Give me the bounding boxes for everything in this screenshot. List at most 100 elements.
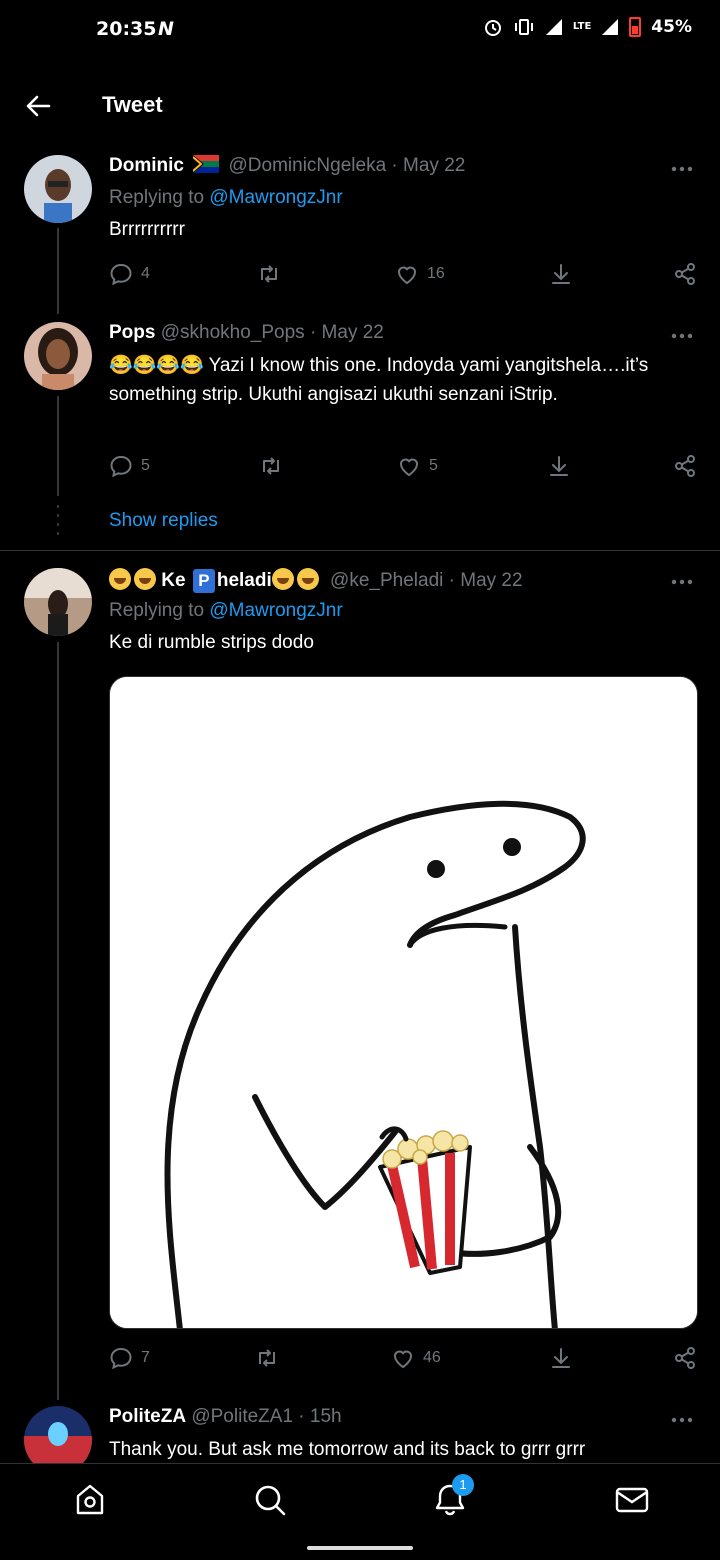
tweet-date: · 15h (298, 1406, 342, 1427)
more-icon[interactable] (670, 1416, 694, 1424)
replying-to-label: Replying to (109, 187, 210, 208)
p-square-badge: P (192, 569, 215, 593)
tweet-media-image[interactable] (109, 676, 698, 1329)
share-icon (675, 263, 695, 285)
retweet-button[interactable] (257, 262, 281, 286)
tweet-text: Brrrrrrrrrr (109, 219, 185, 240)
like-button[interactable]: 16 (395, 262, 445, 286)
like-count: 16 (427, 265, 445, 282)
retweet-icon (261, 265, 277, 283)
show-replies-link[interactable]: Show replies (109, 510, 218, 532)
download-button[interactable] (547, 454, 571, 478)
replying-to: Replying to @MawrongzJnr (109, 187, 343, 209)
share-button[interactable] (673, 1346, 697, 1370)
tweet-meta: Pops @skhokho_Pops · May 22 (109, 322, 384, 344)
search-icon[interactable] (250, 1480, 290, 1520)
retweet-icon (263, 457, 279, 475)
download-icon (552, 1348, 570, 1368)
user-handle[interactable]: @PoliteZA1 (191, 1406, 293, 1427)
retweet-button[interactable] (259, 454, 283, 478)
share-button[interactable] (673, 454, 697, 478)
share-icon (675, 455, 695, 477)
tweet-text: Ke di rumble strips dodo (109, 632, 314, 653)
home-indicator (307, 1546, 413, 1550)
display-name-part2[interactable]: heladi (217, 570, 272, 591)
divider (0, 550, 720, 551)
more-icon[interactable] (670, 332, 694, 340)
tweet-date: · May 22 (448, 570, 523, 591)
avatar[interactable] (24, 568, 92, 636)
more-icon[interactable] (670, 578, 694, 586)
tweet-actions: 5 5 (109, 454, 699, 482)
like-icon (393, 1350, 413, 1369)
user-handle[interactable]: @skhokho_Pops (161, 322, 305, 343)
avatar[interactable] (24, 155, 92, 223)
reply-button[interactable]: 7 (109, 1346, 150, 1370)
display-name[interactable]: Pops (109, 322, 155, 343)
like-count: 5 (429, 457, 438, 474)
home-icon[interactable] (70, 1480, 110, 1520)
status-time: 20:35 (96, 18, 157, 40)
tweet-text: Thank you. But ask me tomorrow and its b… (109, 1439, 586, 1460)
tweet-actions: 4 16 (109, 262, 699, 290)
status-right: LTE 45% (483, 17, 692, 37)
tweet-meta: Ke Pheladi @ke_Pheladi · May 22 (109, 568, 523, 593)
tweet-date: · May 22 (309, 322, 384, 343)
tweet-text: 😂😂😂😂 Yazi I know this one. Indoyda yami … (109, 355, 649, 405)
face-emoji-icon (271, 568, 294, 590)
like-icon (397, 266, 417, 285)
flork-popcorn-drawing (110, 677, 697, 1328)
download-button[interactable] (549, 262, 573, 286)
display-name[interactable]: PoliteZA (109, 1406, 186, 1427)
notification-badge: 1 (452, 1474, 474, 1496)
share-button[interactable] (673, 262, 697, 286)
reply-count: 5 (141, 457, 150, 474)
display-name[interactable]: Dominic (109, 155, 184, 176)
replying-to-link[interactable]: @MawrongzJnr (209, 600, 342, 621)
battery-icon (629, 17, 642, 37)
download-icon (552, 264, 570, 284)
status-bar: 20:35 N LTE 45% (0, 0, 720, 60)
thread-dots (57, 505, 59, 535)
lte-label: LTE (572, 21, 592, 32)
back-arrow-icon[interactable] (24, 92, 52, 120)
south-africa-flag-icon (192, 155, 220, 173)
mail-icon[interactable] (612, 1480, 652, 1520)
tweet-date: · May 22 (391, 155, 466, 176)
thread-line (57, 642, 59, 1400)
thread-line (57, 396, 59, 496)
reply-count: 7 (141, 1349, 150, 1366)
thread-line (57, 228, 59, 314)
reply-button[interactable]: 5 (109, 454, 150, 478)
page-title: Tweet (102, 92, 163, 117)
like-icon (399, 458, 419, 477)
replying-to-link[interactable]: @MawrongzJnr (209, 187, 342, 208)
like-button[interactable]: 5 (397, 454, 438, 478)
face-emoji-icon (109, 568, 131, 590)
top-bar: Tweet (0, 76, 720, 136)
reply-icon (110, 263, 132, 286)
download-button[interactable] (549, 1346, 573, 1370)
retweet-button[interactable] (255, 1346, 279, 1370)
face-emoji-icon (134, 568, 156, 590)
user-handle[interactable]: @ke_Pheladi (330, 570, 443, 591)
avatar[interactable] (24, 322, 92, 390)
signal-icon-2 (602, 19, 619, 35)
alarm-icon (484, 20, 501, 36)
signal-icon (545, 19, 562, 35)
display-name-part1[interactable]: Ke (161, 570, 185, 591)
replying-to-label: Replying to (109, 600, 210, 621)
reply-count: 4 (141, 265, 150, 282)
reply-button[interactable]: 4 (109, 262, 150, 286)
user-handle[interactable]: @DominicNgeleka (229, 155, 387, 176)
vibrate-icon (514, 19, 533, 35)
tweet-meta: PoliteZA @PoliteZA1 · 15h (109, 1406, 342, 1428)
reply-icon (110, 455, 132, 478)
like-button[interactable]: 46 (391, 1346, 441, 1370)
reply-icon (110, 1347, 132, 1370)
replying-to: Replying to @MawrongzJnr (109, 600, 343, 622)
battery-percent: 45% (651, 17, 692, 37)
more-icon[interactable] (670, 165, 694, 173)
like-count: 46 (423, 1349, 441, 1366)
face-emoji-icon (296, 568, 319, 590)
